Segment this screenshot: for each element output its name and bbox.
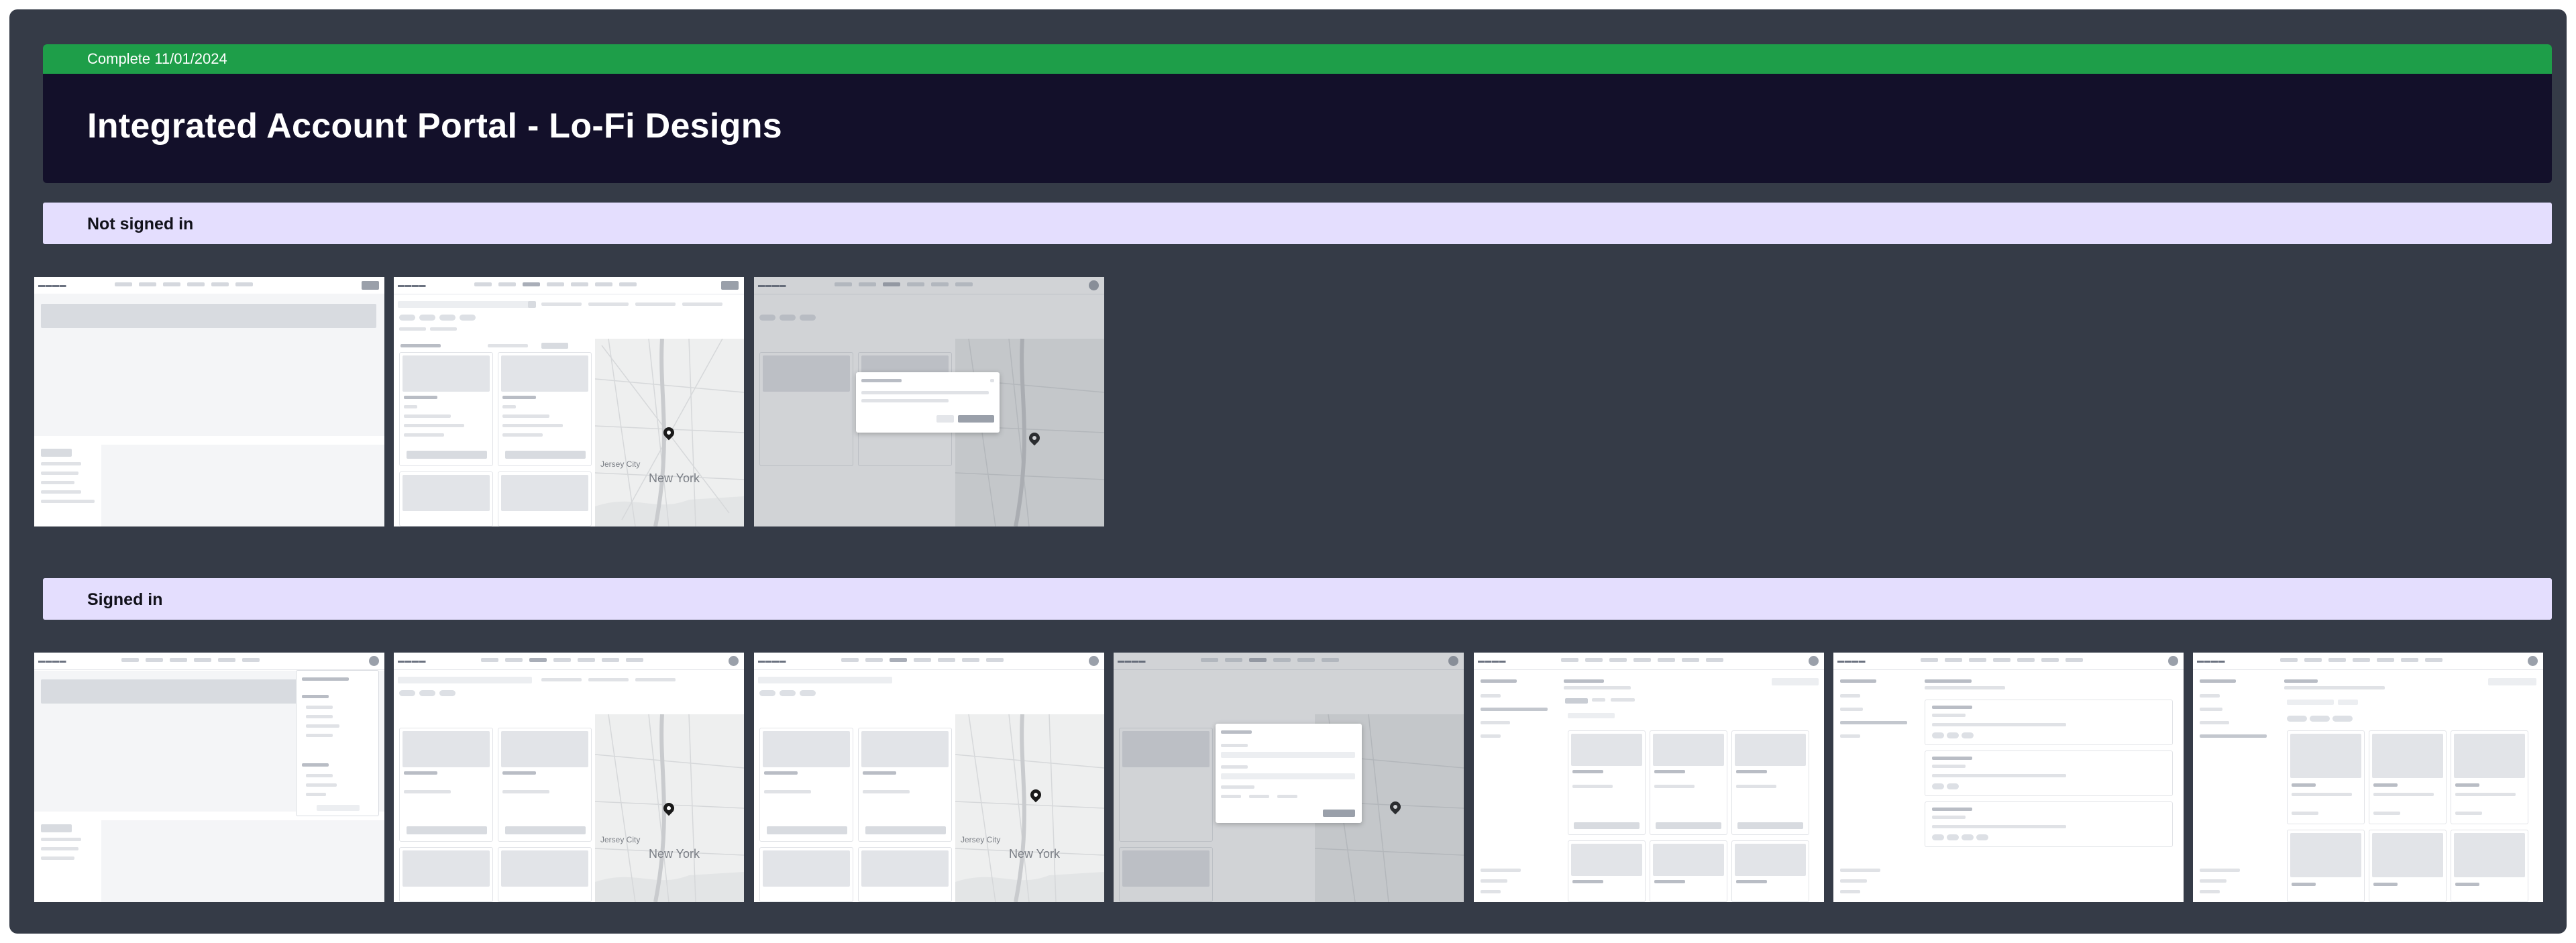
register-button — [958, 415, 994, 423]
saved-search-card — [1925, 751, 2173, 796]
wireframe-portal-my-properties[interactable]: ▬▬▬▬ — [1474, 653, 1824, 902]
logo: ▬▬▬▬ — [38, 282, 66, 289]
account-dropdown[interactable] — [296, 670, 379, 816]
property-card — [498, 352, 592, 466]
section-label: Not signed in — [87, 215, 194, 233]
property-card — [399, 352, 493, 466]
wireframe-nav: ▬▬▬▬ — [34, 277, 384, 294]
saved-search-card — [1925, 700, 2173, 745]
wireframe-properties-signed-out[interactable]: ▬▬▬▬ Jersey City New York — [394, 277, 744, 526]
wireframe-register-modal[interactable]: ▬▬▬▬ — [754, 277, 1104, 526]
wireframe-portal-saved-searches[interactable]: ▬▬▬▬ — [1833, 653, 2184, 902]
save-search-modal[interactable] — [1216, 724, 1362, 823]
sign-in-button — [362, 281, 379, 290]
project-banner: Complete 11/01/2024 Integrated Account P… — [43, 44, 2552, 183]
page-title: Integrated Account Portal - Lo-Fi Design… — [87, 107, 782, 146]
saved-search-card — [1925, 801, 2173, 847]
register-modal[interactable] — [856, 372, 1000, 433]
close-icon — [990, 379, 994, 382]
status-bar: Complete 11/01/2024 — [43, 44, 2552, 74]
map-view[interactable]: Jersey City New York — [595, 339, 744, 526]
wireframe-home-signed-out[interactable]: ▬▬▬▬ — [34, 277, 384, 526]
wireframe-properties-signed-in[interactable]: ▬▬▬▬ Jersey City New York — [394, 653, 744, 902]
wireframe-save-search-modal[interactable]: ▬▬▬▬ — [1114, 653, 1464, 902]
cancel-button — [936, 415, 954, 423]
section-header-not-signed-in: Not signed in — [43, 203, 2552, 244]
wireframe-properties-save-search[interactable]: ▬▬▬▬ Jersey City New York — [754, 653, 1104, 902]
section-label: Signed in — [87, 590, 163, 609]
canvas-board: Complete 11/01/2024 Integrated Account P… — [9, 9, 2567, 934]
save-button — [1323, 810, 1355, 817]
wireframe-portal-research[interactable]: ▬▬▬▬ — [2193, 653, 2543, 902]
wireframe-home-signed-in[interactable]: ▬▬▬▬ — [34, 653, 384, 902]
section-header-signed-in: Signed in — [43, 578, 2552, 620]
